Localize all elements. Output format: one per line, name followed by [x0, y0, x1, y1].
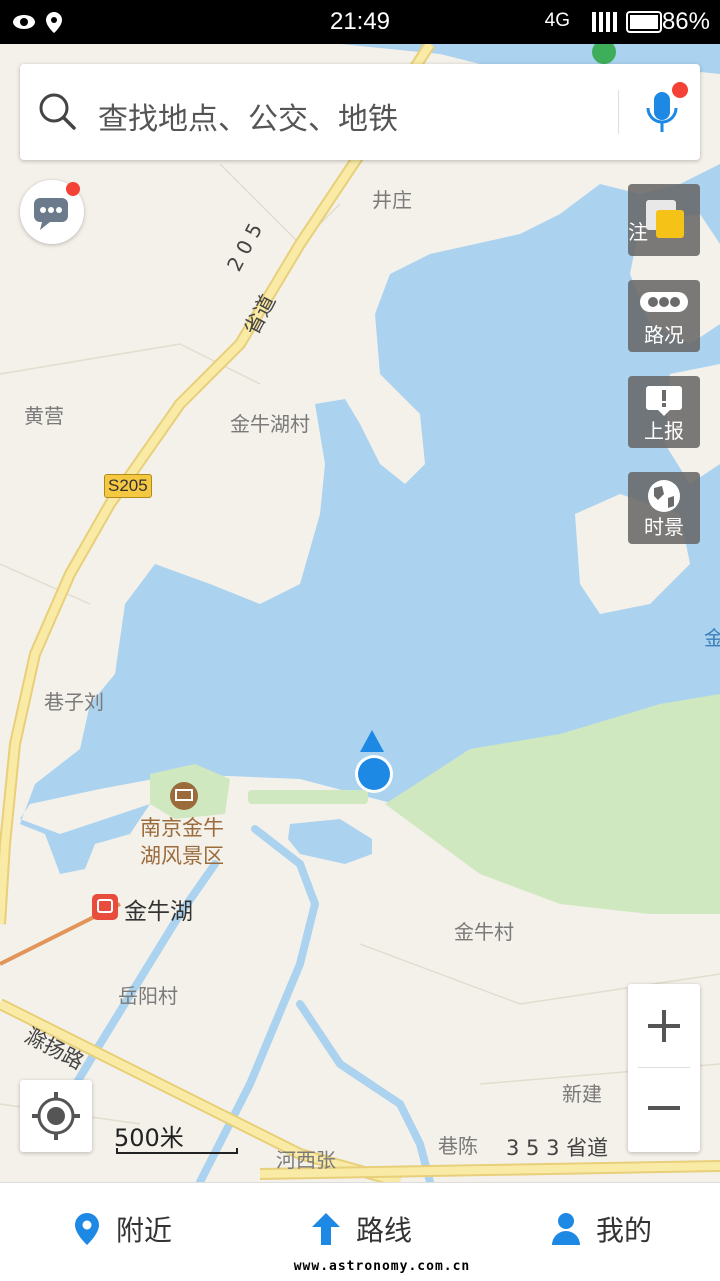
map-label: 新建 — [562, 1082, 602, 1106]
live-view-label: 时景 — [644, 515, 684, 539]
map-label: 金牛湖村 — [230, 412, 310, 436]
user-icon — [552, 1213, 580, 1245]
plus-icon — [648, 1010, 680, 1042]
chat-bubble-icon — [34, 198, 68, 230]
scenic-area-label: 南京金牛 — [140, 816, 224, 840]
minus-icon — [648, 1106, 680, 1110]
map-label: 黄营 — [24, 404, 64, 428]
scale-bar — [116, 1148, 238, 1154]
layers-icon — [646, 200, 684, 238]
nav-mine-label: 我的 — [596, 1214, 653, 1247]
nav-route[interactable]: 路线 — [310, 1209, 412, 1249]
search-icon — [39, 93, 76, 130]
nav-route-label: 路线 — [356, 1214, 413, 1247]
zoom-in-button[interactable] — [628, 984, 700, 1068]
globe-icon — [648, 480, 680, 512]
message-button[interactable] — [20, 180, 84, 244]
search-bar[interactable]: 查找地点、公交、地铁 — [20, 64, 700, 160]
map-label: 金牛村 — [454, 920, 514, 944]
map-label: 岳阳村 — [118, 984, 178, 1008]
map-canvas[interactable]: 井庄 黄营 金牛湖村 巷子刘 南京金牛 湖风景区 金牛湖 金牛村 岳阳村 新建 … — [0, 44, 720, 1182]
search-input[interactable]: 查找地点、公交、地铁 — [98, 94, 398, 138]
watermark: www.astronomy.com.cn — [293, 1259, 471, 1274]
zoom-out-button[interactable] — [628, 1068, 700, 1152]
map-label: 巷陈 — [438, 1134, 478, 1158]
metro-station-label: 金牛湖 — [124, 899, 193, 925]
crosshair-icon — [32, 1092, 80, 1140]
layers-label: 注 — [628, 220, 648, 244]
traffic-label: 路况 — [644, 323, 684, 347]
nav-mine[interactable]: 我的 — [550, 1209, 652, 1249]
notification-badge — [66, 182, 80, 196]
nav-nearby-label: 附近 — [116, 1214, 173, 1247]
map-label: 金 — [704, 626, 720, 650]
map-label: 巷子刘 — [44, 690, 104, 714]
zoom-control — [628, 984, 700, 1152]
locate-me-button[interactable] — [20, 1080, 92, 1152]
network-type: 4G — [544, 10, 570, 31]
battery-percent: 86% — [661, 8, 710, 35]
layers-button[interactable]: 注 — [628, 184, 700, 256]
route-arrow-icon — [312, 1213, 340, 1245]
report-button[interactable]: 上报 — [628, 376, 700, 448]
road-label: 3 5 3 省道 — [506, 1136, 609, 1160]
location-pin-icon — [75, 1213, 99, 1245]
report-icon — [646, 386, 682, 416]
signal-icon — [592, 12, 617, 32]
battery-icon — [626, 11, 662, 33]
search-divider — [618, 90, 619, 134]
report-label: 上报 — [644, 419, 684, 443]
status-bar: 21:49 4G 86% — [0, 0, 720, 44]
traffic-icon — [640, 292, 688, 312]
traffic-button[interactable]: 路况 — [628, 280, 700, 352]
map-label: 井庄 — [372, 188, 412, 212]
live-view-button[interactable]: 时景 — [628, 472, 700, 544]
nav-nearby[interactable]: 附近 — [72, 1209, 172, 1249]
microphone-icon[interactable] — [644, 82, 694, 142]
road-shield: S205 — [104, 474, 152, 498]
current-location-marker — [355, 730, 393, 793]
map-label: 河西张 — [276, 1148, 336, 1172]
map-graphics — [0, 44, 720, 1182]
scenic-area-label: 湖风景区 — [140, 844, 224, 868]
